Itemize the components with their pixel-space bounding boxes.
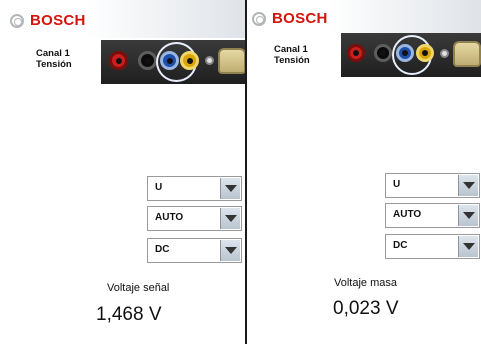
dropdown-arrow-icon[interactable] bbox=[220, 178, 240, 199]
channel-label: Canal 1 Tensión bbox=[274, 44, 310, 66]
channel-mode: Tensión bbox=[36, 59, 72, 70]
measurement-panel-signal: BOSCH Canal 1 Tensión U AUTO DC Voltaje … bbox=[0, 0, 246, 344]
quantity-select[interactable]: U bbox=[385, 173, 480, 198]
dsub-connector-icon bbox=[453, 41, 481, 67]
channel-label: Canal 1 Tensión bbox=[36, 48, 72, 70]
coupling-select-value: DC bbox=[393, 240, 408, 251]
input-jack-icon bbox=[138, 51, 157, 70]
channel-name: Canal 1 bbox=[274, 44, 308, 55]
measurement-value: 1,468 V bbox=[96, 304, 162, 325]
channel-mode: Tensión bbox=[274, 55, 310, 66]
dropdown-arrow-icon[interactable] bbox=[458, 236, 478, 257]
quantity-select-value: U bbox=[393, 179, 401, 190]
brand-name: BOSCH bbox=[272, 10, 328, 27]
small-jack-icon bbox=[205, 56, 214, 65]
input-jack-icon bbox=[160, 51, 179, 70]
connector-strip bbox=[101, 40, 246, 84]
range-select[interactable]: AUTO bbox=[147, 206, 242, 231]
bosch-logo: BOSCH bbox=[252, 10, 328, 27]
bosch-logo-icon bbox=[252, 11, 266, 26]
channel-name: Canal 1 bbox=[36, 48, 70, 59]
bosch-logo-icon bbox=[10, 13, 24, 28]
dropdown-arrow-icon[interactable] bbox=[220, 208, 240, 229]
range-select-value: AUTO bbox=[155, 212, 184, 223]
connector-strip bbox=[341, 33, 481, 77]
range-select-value: AUTO bbox=[393, 209, 422, 220]
input-jack-icon bbox=[180, 51, 199, 70]
input-jack-icon bbox=[416, 44, 434, 62]
measurement-label: Voltaje señal bbox=[107, 282, 170, 294]
range-select[interactable]: AUTO bbox=[385, 203, 480, 228]
dsub-connector-icon bbox=[218, 48, 246, 74]
quantity-select-value: U bbox=[155, 182, 163, 193]
input-jack-icon bbox=[109, 51, 128, 70]
dropdown-arrow-icon[interactable] bbox=[458, 205, 478, 226]
input-jack-icon bbox=[347, 44, 365, 62]
bosch-logo: BOSCH bbox=[10, 12, 86, 29]
measurement-label: Voltaje masa bbox=[334, 277, 397, 289]
brand-name: BOSCH bbox=[30, 12, 86, 29]
quantity-select[interactable]: U bbox=[147, 176, 242, 201]
input-jack-icon bbox=[396, 44, 414, 62]
coupling-select-value: DC bbox=[155, 244, 170, 255]
dropdown-arrow-icon[interactable] bbox=[220, 240, 240, 261]
measurement-value: 0,023 V bbox=[333, 298, 399, 319]
coupling-select[interactable]: DC bbox=[147, 238, 242, 263]
dropdown-arrow-icon[interactable] bbox=[458, 175, 478, 196]
measurement-panel-ground: BOSCH Canal 1 Tensión U AUTO DC Voltaje … bbox=[247, 0, 481, 344]
coupling-select[interactable]: DC bbox=[385, 234, 480, 259]
input-jack-icon bbox=[374, 44, 392, 62]
small-jack-icon bbox=[440, 49, 449, 58]
